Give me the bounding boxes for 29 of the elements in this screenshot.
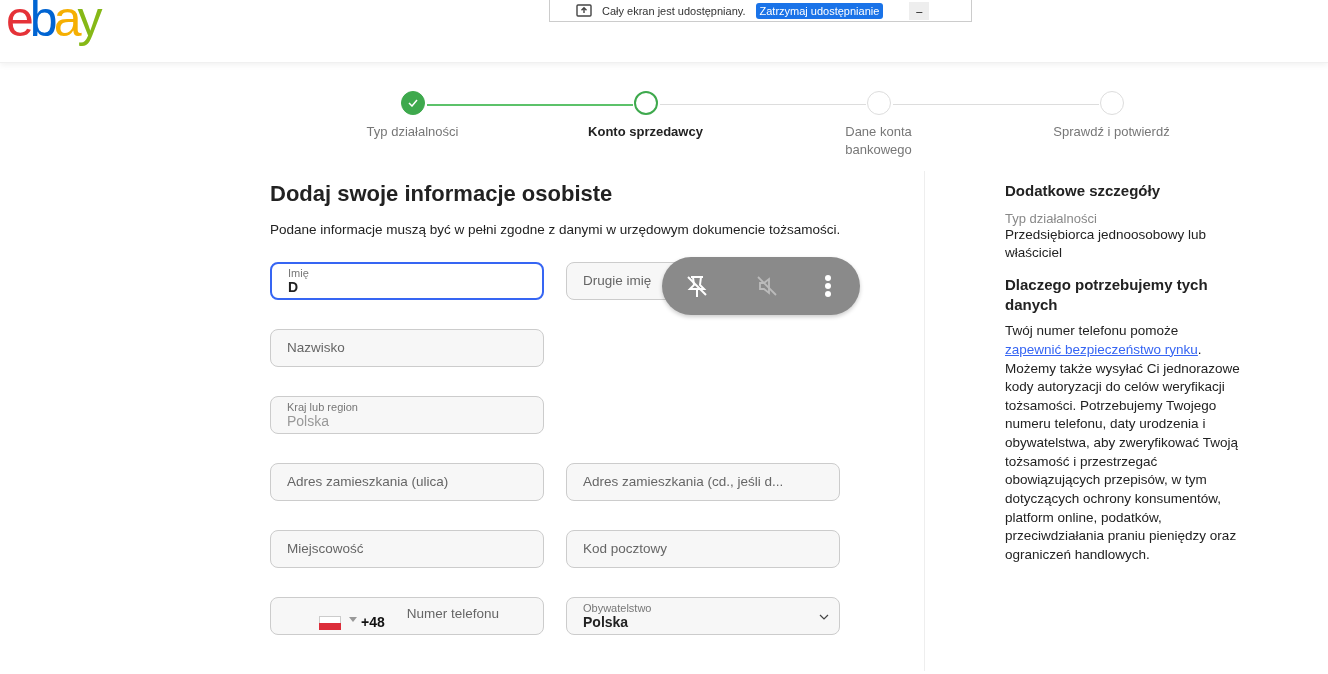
explanation-text: Twój numer telefonu pomoże zapewnić bezpieczeństwo rynku. Możemy także wysyłać Ci jednorazowe kody autoryzacji do celów weryfikacji tożsamości. Potrzebujemy Twojego numeru telefonu, daty urodzenia i obywatelstwa, aby zweryfikować Twoją tożsamość i przestrzegać obowiązujących przepisów, w tym dotyczących ochrony konsumentów, platform online, podatków, przeciwdziałania praniu pieniędzy oraz ograniczeń handlowych. <box>1005 322 1241 564</box>
sidebar-title: Dodatkowe szczegóły <box>1005 181 1162 201</box>
detail-label: Typ działalności <box>1005 210 1098 226</box>
step-label: Typ działalności <box>365 123 460 141</box>
ebay-logo[interactable]: ebay <box>6 0 99 44</box>
caret-icon <box>348 617 357 623</box>
input-field[interactable]: Kod pocztowy <box>566 529 840 568</box>
input-field[interactable]: Imię D <box>270 261 544 300</box>
citizenship-select[interactable]: Obywatelstwo Polska <box>566 596 840 635</box>
input-field[interactable]: Adres zamieszkania (cd., jeśli d... <box>566 462 840 501</box>
detail-value: Przedsiębiorca jednoosobowy lub właściciel <box>1005 226 1208 263</box>
input-field[interactable]: Nazwisko <box>270 328 544 367</box>
stop-sharing-button[interactable]: Zatrzymaj udostępnianie <box>755 2 884 19</box>
phone-field[interactable]: +48 Numer telefonu <box>270 596 544 635</box>
minimize-button[interactable]: – <box>909 1 930 20</box>
chevron-down-icon <box>819 613 829 620</box>
more-icon[interactable] <box>824 273 832 298</box>
share-message: Cały ekran jest udostępniany. <box>602 4 746 17</box>
form-title: Dodaj swoje informacje osobiste <box>270 181 614 207</box>
input-field[interactable]: Adres zamieszkania (ulica) <box>270 462 544 501</box>
step-label: Konto sprzedawcy <box>587 123 704 141</box>
market-safety-link[interactable]: zapewnić bezpieczeństwo rynku <box>1005 341 1198 357</box>
share-screen-icon <box>576 4 592 17</box>
intro-text: Podane informacje muszą być w pełni zgodne z danymi w urzędowym dokumencie tożsamości. <box>270 221 842 239</box>
step-label: Sprawdź i potwierdź <box>1052 123 1171 141</box>
step-label: Dane konta bankowego <box>844 123 913 160</box>
poland-flag-icon <box>318 615 341 630</box>
input-field[interactable]: Miejscowość <box>270 529 544 568</box>
section-title: Dlaczego potrzebujemy tych danych <box>1005 275 1209 315</box>
